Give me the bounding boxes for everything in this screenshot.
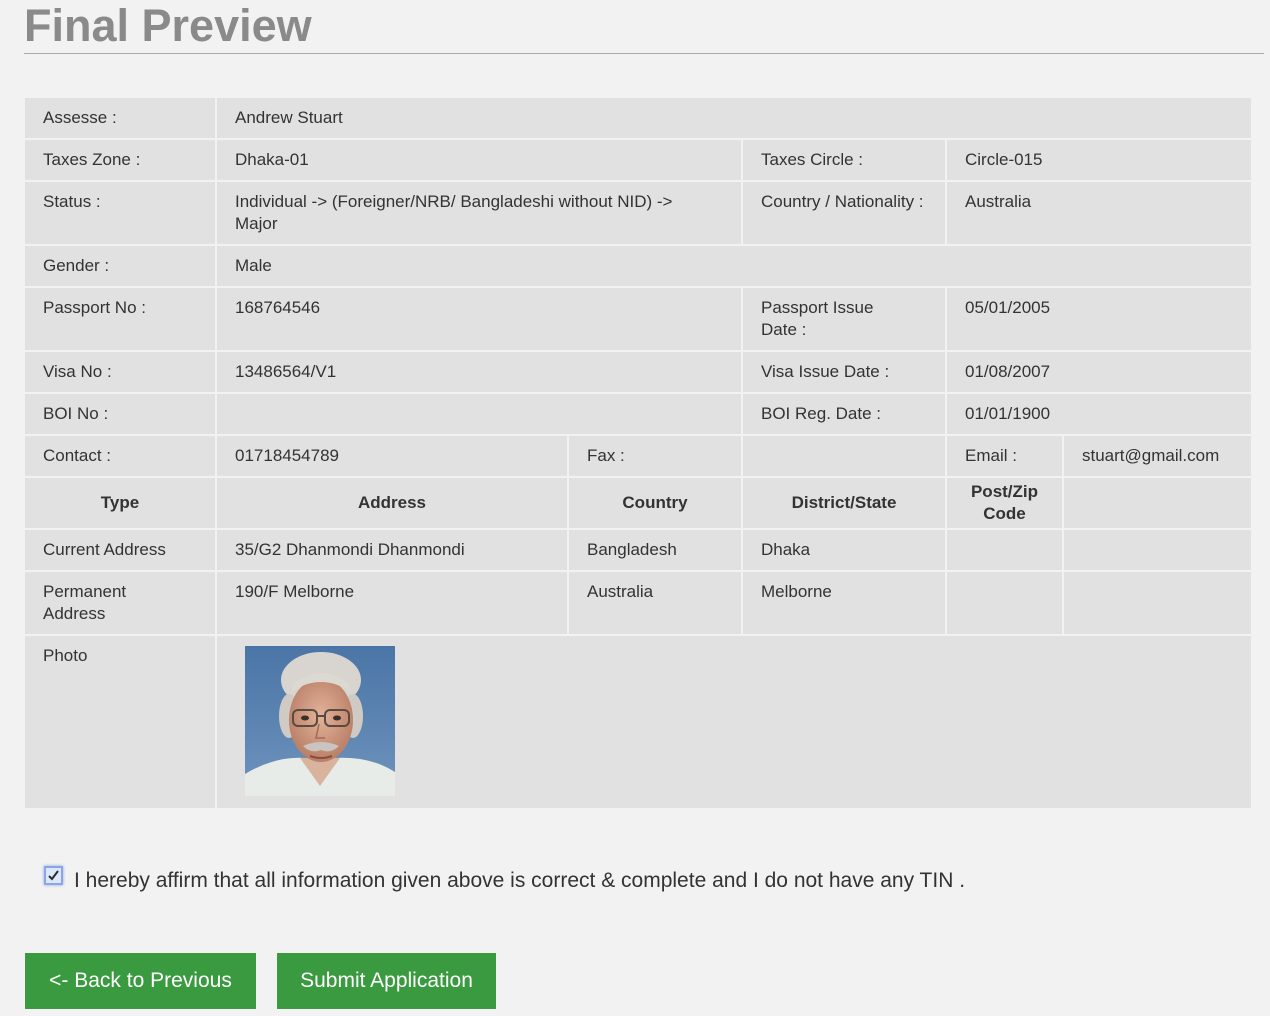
address-extra: [1063, 570, 1252, 635]
row-passport: Passport No : 168764546 Passport Issue D…: [25, 286, 1252, 351]
visa-no-value: 13486564/V1: [216, 350, 743, 393]
row-assesse: Assesse : Andrew Stuart: [25, 98, 1251, 139]
row-gender: Gender : Male: [25, 244, 1252, 287]
applicant-photo: [245, 646, 395, 796]
gender-value: Male: [216, 244, 1252, 287]
address-zip: [946, 528, 1064, 571]
status-value: Individual -> (Foreigner/NRB/ Bangladesh…: [216, 180, 743, 245]
header-district: District/State: [742, 476, 947, 529]
assesse-value: Andrew Stuart: [235, 108, 343, 127]
visa-issue-label: Visa Issue Date :: [742, 350, 947, 393]
address-row-current: Current Address 35/G2 Dhanmondi Dhanmond…: [25, 528, 1252, 571]
country-value: Australia: [946, 180, 1252, 245]
visa-no-label: Visa No :: [25, 350, 217, 393]
contact-value: 01718454789: [216, 434, 569, 477]
taxes-circle-label: Taxes Circle :: [742, 138, 947, 181]
address-extra: [1063, 528, 1252, 571]
address-zip: [946, 570, 1064, 635]
taxes-circle-value: Circle-015: [946, 138, 1252, 181]
header-type: Type: [25, 476, 217, 529]
taxes-zone-label: Taxes Zone :: [25, 138, 217, 181]
title-divider: [24, 53, 1264, 54]
affirm-checkbox[interactable]: [44, 866, 63, 885]
fax-value: [742, 434, 947, 477]
header-country: Country: [568, 476, 743, 529]
gender-label: Gender :: [25, 244, 217, 287]
address-type: Current Address: [25, 528, 217, 571]
submit-button[interactable]: Submit Application: [277, 953, 496, 1009]
address-type: Permanent Address: [25, 570, 217, 635]
passport-no-value: 168764546: [216, 286, 743, 351]
affirmation: I hereby affirm that all information giv…: [44, 866, 965, 893]
passport-issue-label: Passport Issue Date :: [742, 286, 947, 351]
affirm-text: I hereby affirm that all information giv…: [74, 869, 966, 892]
checkmark-icon: [48, 870, 59, 881]
row-status: Status : Individual -> (Foreigner/NRB/ B…: [25, 180, 1252, 245]
contact-label: Contact :: [25, 434, 217, 477]
boi-no-label: BOI No :: [25, 392, 217, 435]
row-taxes: Taxes Zone : Dhaka-01 Taxes Circle : Cir…: [25, 138, 1252, 181]
country-label: Country / Nationality :: [742, 180, 947, 245]
address-district: Melborne: [742, 570, 947, 635]
email-label: Email :: [946, 434, 1064, 477]
row-contact: Contact : 01718454789 Fax : Email : stua…: [25, 434, 1252, 477]
back-button[interactable]: <- Back to Previous: [25, 953, 256, 1009]
header-zip: Post/Zip Code: [946, 476, 1064, 529]
page-title: Final Preview: [24, 0, 312, 51]
boi-no-value: [216, 392, 743, 435]
header-address: Address: [216, 476, 569, 529]
fax-label: Fax :: [568, 434, 743, 477]
address-text: 35/G2 Dhanmondi Dhanmondi: [216, 528, 569, 571]
address-header-row: Type Address Country District/State Post…: [25, 476, 1252, 529]
header-empty: [1063, 476, 1252, 529]
photo-cell: [216, 634, 1252, 808]
row-boi: BOI No : BOI Reg. Date : 01/01/1900: [25, 392, 1252, 435]
boi-reg-label: BOI Reg. Date :: [742, 392, 947, 435]
status-label: Status :: [25, 180, 217, 245]
address-text: 190/F Melborne: [216, 570, 569, 635]
row-photo: Photo: [25, 634, 1252, 808]
photo-label: Photo: [25, 634, 217, 808]
address-country: Bangladesh: [568, 528, 743, 571]
address-district: Dhaka: [742, 528, 947, 571]
assesse-label: Assesse :: [25, 98, 217, 139]
taxes-zone-value: Dhaka-01: [216, 138, 743, 181]
row-visa: Visa No : 13486564/V1 Visa Issue Date : …: [25, 350, 1252, 393]
email-value: stuart@gmail.com: [1063, 434, 1252, 477]
visa-issue-value: 01/08/2007: [946, 350, 1252, 393]
address-row-permanent: Permanent Address 190/F Melborne Austral…: [25, 570, 1252, 635]
passport-issue-value: 05/01/2005: [946, 286, 1252, 351]
preview-table: Assesse : Andrew Stuart Taxes Zone : Dha…: [25, 98, 1252, 808]
address-country: Australia: [568, 570, 743, 635]
boi-reg-value: 01/01/1900: [946, 392, 1252, 435]
passport-no-label: Passport No :: [25, 286, 217, 351]
